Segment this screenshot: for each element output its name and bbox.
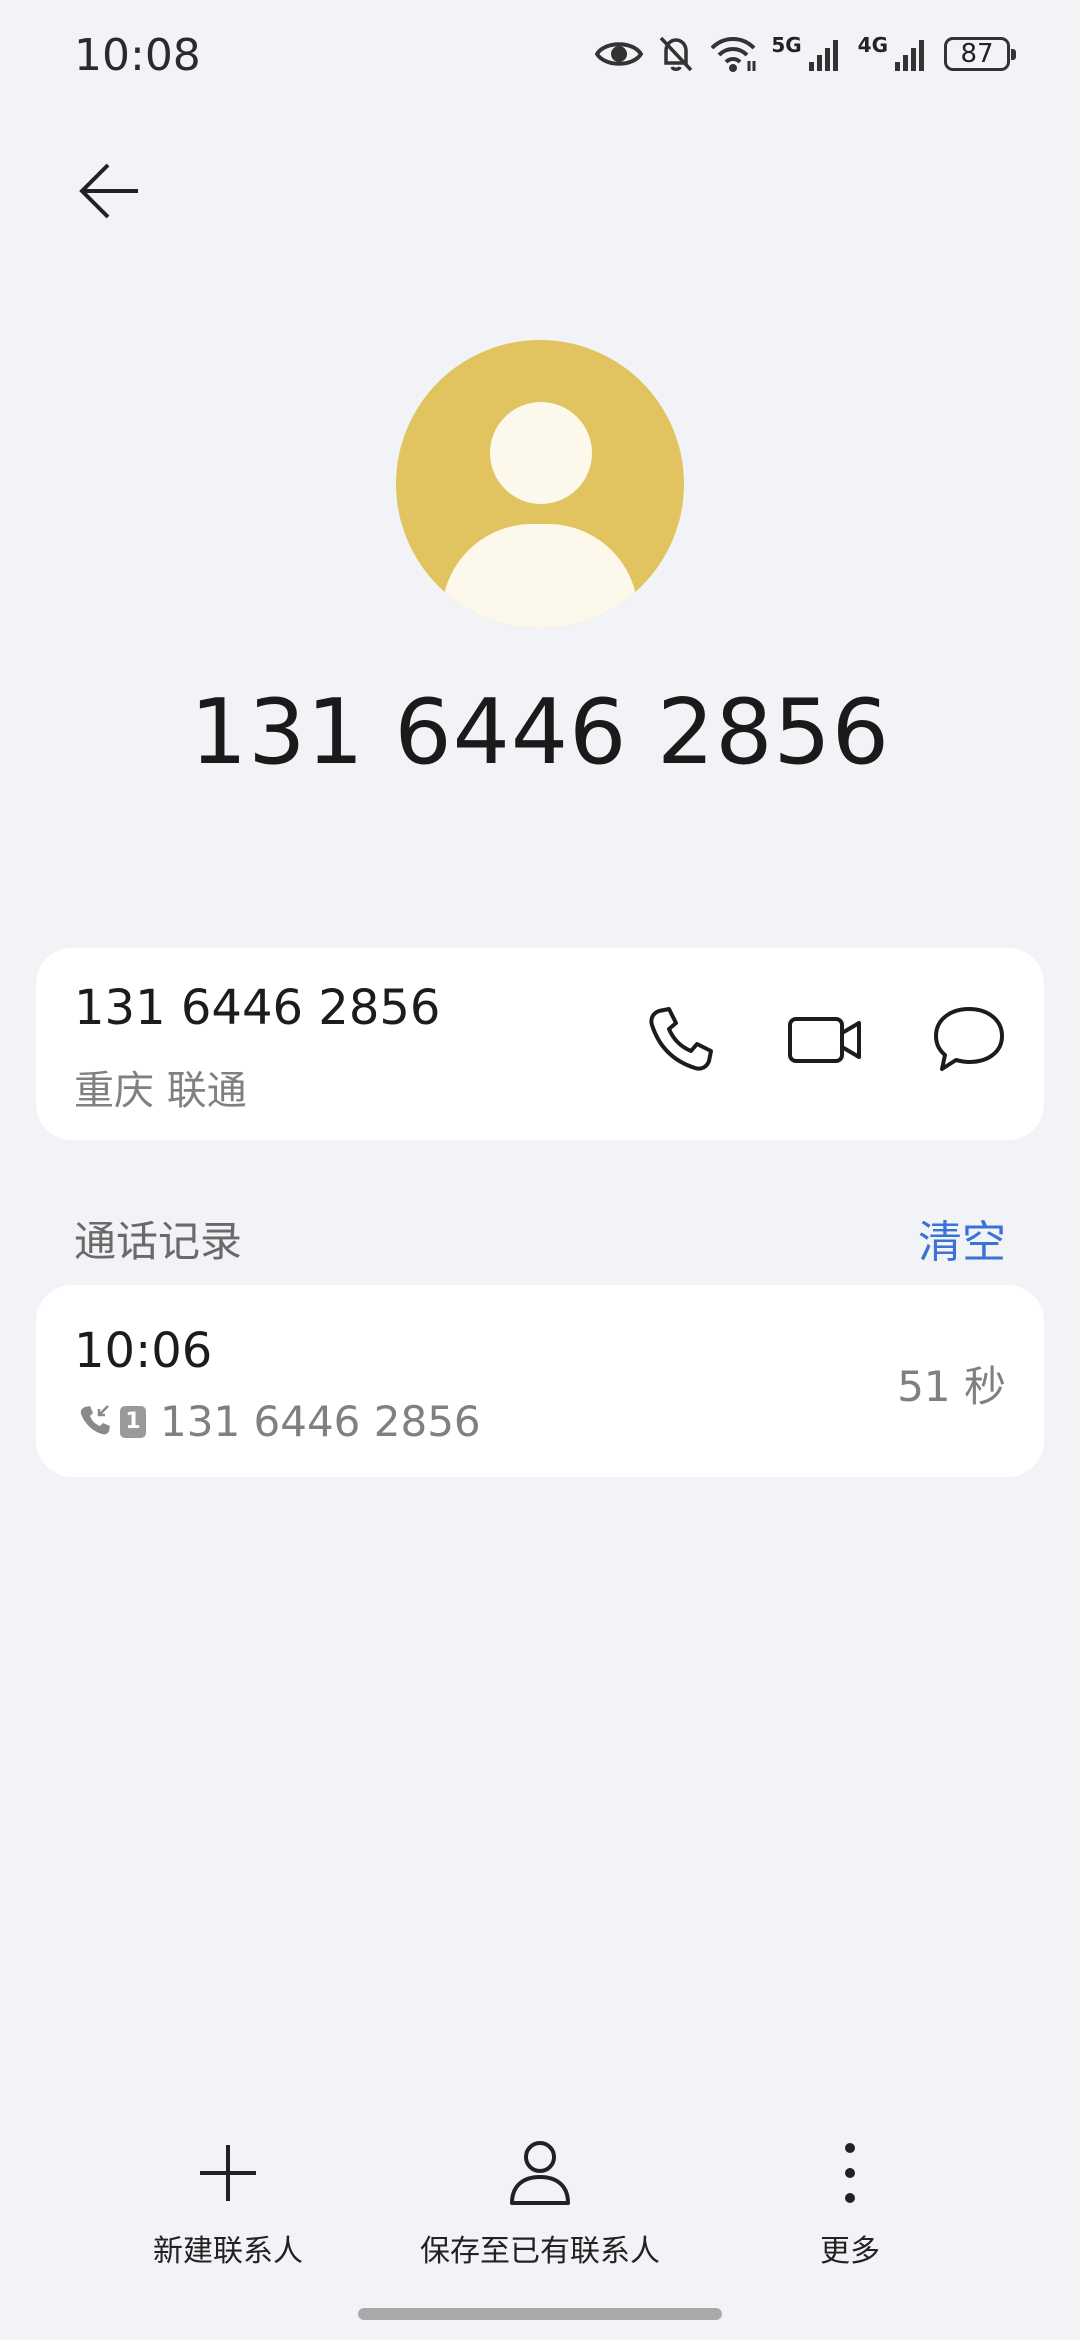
call-log-entry[interactable]: 10:06 1 131 6446 2856 51 秒 <box>36 1285 1044 1477</box>
network-4g-label: 4G <box>857 33 888 57</box>
phone-icon <box>645 1003 717 1079</box>
call-log-title: 通话记录 <box>74 1217 243 1266</box>
person-avatar-icon[interactable] <box>396 340 684 628</box>
status-time: 10:08 <box>74 30 201 81</box>
avatar-head <box>490 402 592 504</box>
more-button[interactable]: 更多 <box>790 2130 910 2270</box>
clear-call-log-button[interactable]: 清空 <box>918 1206 1006 1270</box>
wifi-icon <box>709 35 757 73</box>
incoming-call-icon <box>78 1403 112 1441</box>
status-icons: 5G 4G 87 <box>595 33 1016 74</box>
call-duration: 51 秒 <box>897 1362 1006 1411</box>
call-button[interactable] <box>636 996 726 1086</box>
plus-icon <box>196 2141 260 2209</box>
number-card[interactable]: 131 6446 2856 重庆 联通 <box>36 948 1044 1140</box>
home-indicator[interactable] <box>358 2308 722 2320</box>
signal-icon <box>894 36 930 72</box>
call-meta: 1 131 6446 2856 <box>78 1397 481 1446</box>
person-icon <box>508 2139 572 2211</box>
message-icon <box>932 1004 1006 1078</box>
signal-icon <box>808 36 844 72</box>
battery-level: 87 <box>960 39 994 69</box>
bottom-toolbar: 新建联系人 保存至已有联系人 更多 <box>0 2130 1080 2270</box>
avatar-shoulders <box>442 524 638 628</box>
status-bar: 10:08 5G 4G 87 <box>0 0 1080 120</box>
phone-location: 重庆 联通 <box>74 1068 247 1114</box>
call-number: 131 6446 2856 <box>160 1397 481 1446</box>
new-contact-label: 新建联系人 <box>153 2234 303 2269</box>
call-time: 10:06 <box>74 1323 213 1379</box>
bell-off-icon <box>657 34 695 74</box>
message-button[interactable] <box>924 996 1014 1086</box>
video-call-button[interactable] <box>780 996 870 1086</box>
video-call-icon <box>787 1011 863 1071</box>
number-actions <box>636 996 1014 1086</box>
save-to-existing-contact-button[interactable]: 保存至已有联系人 <box>400 2130 680 2270</box>
sim-badge: 1 <box>120 1405 146 1438</box>
battery-icon: 87 <box>944 37 1016 71</box>
back-button[interactable] <box>70 158 150 228</box>
save-to-existing-label: 保存至已有联系人 <box>420 2234 660 2269</box>
more-vertical-icon <box>842 2140 858 2210</box>
new-contact-button[interactable]: 新建联系人 <box>148 2130 308 2270</box>
phone-number: 131 6446 2856 <box>74 980 441 1036</box>
network-5g-label: 5G <box>771 33 802 57</box>
arrow-left-icon <box>78 162 142 224</box>
eye-icon <box>595 37 644 71</box>
contact-number-title: 131 6446 2856 <box>189 680 891 785</box>
more-label: 更多 <box>820 2234 880 2269</box>
